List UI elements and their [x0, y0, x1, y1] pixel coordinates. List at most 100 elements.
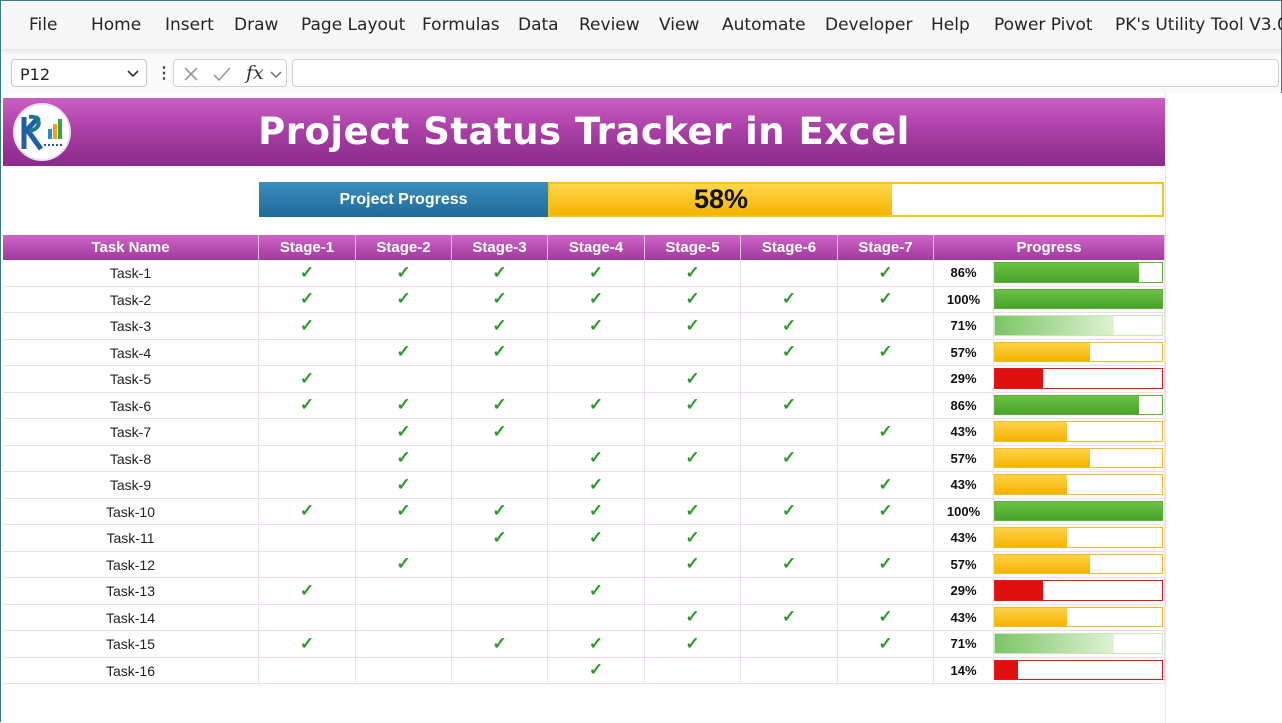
stage-1-cell[interactable]: ✓	[259, 286, 356, 313]
progress-percent[interactable]: 86%	[934, 260, 994, 287]
ribbon-tab-formulas[interactable]: Formulas	[422, 15, 500, 35]
stage-5-cell[interactable]: ✓	[645, 445, 741, 472]
stage-7-cell[interactable]	[838, 578, 934, 605]
stage-6-cell[interactable]: ✓	[741, 286, 838, 313]
stage-6-cell[interactable]	[741, 472, 838, 499]
stage-1-cell[interactable]: ✓	[259, 366, 356, 393]
stage-3-cell[interactable]: ✓	[452, 313, 548, 340]
stage-5-cell[interactable]: ✓	[645, 392, 741, 419]
stage-1-cell[interactable]	[259, 551, 356, 578]
stage-4-cell[interactable]: ✓	[548, 445, 645, 472]
task-name-cell[interactable]: Task-13	[3, 578, 259, 605]
stage-3-cell[interactable]	[452, 445, 548, 472]
stage-7-cell[interactable]	[838, 657, 934, 684]
ribbon-tab-power-pivot[interactable]: Power Pivot	[994, 15, 1093, 35]
ribbon-tab-help[interactable]: Help	[931, 15, 970, 35]
stage-2-cell[interactable]: ✓	[356, 392, 452, 419]
stage-3-cell[interactable]	[452, 551, 548, 578]
stage-6-cell[interactable]: ✓	[741, 445, 838, 472]
progress-percent[interactable]: 43%	[934, 604, 994, 631]
stage-7-cell[interactable]	[838, 392, 934, 419]
progress-bar-cell[interactable]	[994, 366, 1165, 393]
progress-bar-cell[interactable]	[994, 260, 1165, 287]
task-name-cell[interactable]: Task-6	[3, 392, 259, 419]
stage-2-cell[interactable]	[356, 604, 452, 631]
stage-5-cell[interactable]: ✓	[645, 366, 741, 393]
progress-percent[interactable]: 57%	[934, 445, 994, 472]
chevron-down-icon[interactable]	[126, 66, 140, 80]
stage-6-cell[interactable]: ✓	[741, 392, 838, 419]
stage-1-cell[interactable]: ✓	[259, 498, 356, 525]
stage-2-cell[interactable]	[356, 525, 452, 552]
stage-5-cell[interactable]	[645, 339, 741, 366]
stage-6-cell[interactable]: ✓	[741, 551, 838, 578]
progress-bar-cell[interactable]	[994, 657, 1165, 684]
stage-2-cell[interactable]: ✓	[356, 260, 452, 287]
stage-1-cell[interactable]: ✓	[259, 260, 356, 287]
stage-7-cell[interactable]: ✓	[838, 339, 934, 366]
stage-4-cell[interactable]	[548, 551, 645, 578]
progress-percent[interactable]: 14%	[934, 657, 994, 684]
task-name-cell[interactable]: Task-16	[3, 657, 259, 684]
stage-3-cell[interactable]: ✓	[452, 392, 548, 419]
more-options-icon[interactable]: ⋮	[156, 63, 172, 83]
stage-4-cell[interactable]: ✓	[548, 631, 645, 658]
stage-3-cell[interactable]: ✓	[452, 419, 548, 446]
stage-4-cell[interactable]: ✓	[548, 525, 645, 552]
stage-6-cell[interactable]	[741, 525, 838, 552]
progress-bar-cell[interactable]	[994, 525, 1165, 552]
stage-1-cell[interactable]	[259, 472, 356, 499]
progress-percent[interactable]: 29%	[934, 578, 994, 605]
stage-6-cell[interactable]: ✓	[741, 339, 838, 366]
stage-3-cell[interactable]: ✓	[452, 286, 548, 313]
progress-bar-cell[interactable]	[994, 286, 1165, 313]
progress-bar-cell[interactable]	[994, 631, 1165, 658]
task-name-cell[interactable]: Task-3	[3, 313, 259, 340]
progress-percent[interactable]: 71%	[934, 313, 994, 340]
ribbon-tab-insert[interactable]: Insert	[165, 15, 214, 35]
task-name-cell[interactable]: Task-12	[3, 551, 259, 578]
ribbon-tab-data[interactable]: Data	[518, 15, 559, 35]
stage-4-cell[interactable]: ✓	[548, 657, 645, 684]
stage-7-cell[interactable]: ✓	[838, 472, 934, 499]
stage-3-cell[interactable]: ✓	[452, 260, 548, 287]
stage-5-cell[interactable]: ✓	[645, 551, 741, 578]
stage-3-cell[interactable]: ✓	[452, 631, 548, 658]
ribbon-tab-automate[interactable]: Automate	[722, 15, 806, 35]
stage-4-cell[interactable]: ✓	[548, 578, 645, 605]
progress-percent[interactable]: 100%	[934, 286, 994, 313]
stage-7-cell[interactable]	[838, 366, 934, 393]
fx-chevron-icon[interactable]	[270, 68, 282, 80]
task-name-cell[interactable]: Task-14	[3, 604, 259, 631]
progress-bar-cell[interactable]	[994, 339, 1165, 366]
stage-1-cell[interactable]: ✓	[259, 392, 356, 419]
stage-2-cell[interactable]: ✓	[356, 445, 452, 472]
insert-function-icon[interactable]: fx	[246, 62, 264, 84]
stage-3-cell[interactable]	[452, 578, 548, 605]
ribbon-tab-home[interactable]: Home	[91, 15, 141, 35]
ribbon-tab-file[interactable]: File	[29, 15, 57, 35]
stage-4-cell[interactable]: ✓	[548, 313, 645, 340]
stage-1-cell[interactable]	[259, 604, 356, 631]
ribbon-tab-view[interactable]: View	[659, 15, 699, 35]
task-name-cell[interactable]: Task-5	[3, 366, 259, 393]
progress-percent[interactable]: 86%	[934, 392, 994, 419]
stage-7-cell[interactable]: ✓	[838, 631, 934, 658]
stage-6-cell[interactable]	[741, 419, 838, 446]
task-name-cell[interactable]: Task-9	[3, 472, 259, 499]
stage-3-cell[interactable]	[452, 657, 548, 684]
progress-bar-cell[interactable]	[994, 392, 1165, 419]
stage-4-cell[interactable]	[548, 366, 645, 393]
ribbon-tab-review[interactable]: Review	[579, 15, 640, 35]
stage-3-cell[interactable]: ✓	[452, 498, 548, 525]
stage-2-cell[interactable]	[356, 631, 452, 658]
stage-5-cell[interactable]: ✓	[645, 604, 741, 631]
progress-percent[interactable]: 43%	[934, 419, 994, 446]
stage-4-cell[interactable]: ✓	[548, 260, 645, 287]
stage-2-cell[interactable]: ✓	[356, 286, 452, 313]
stage-4-cell[interactable]	[548, 419, 645, 446]
stage-3-cell[interactable]: ✓	[452, 339, 548, 366]
stage-3-cell[interactable]	[452, 604, 548, 631]
stage-7-cell[interactable]	[838, 525, 934, 552]
stage-5-cell[interactable]	[645, 657, 741, 684]
